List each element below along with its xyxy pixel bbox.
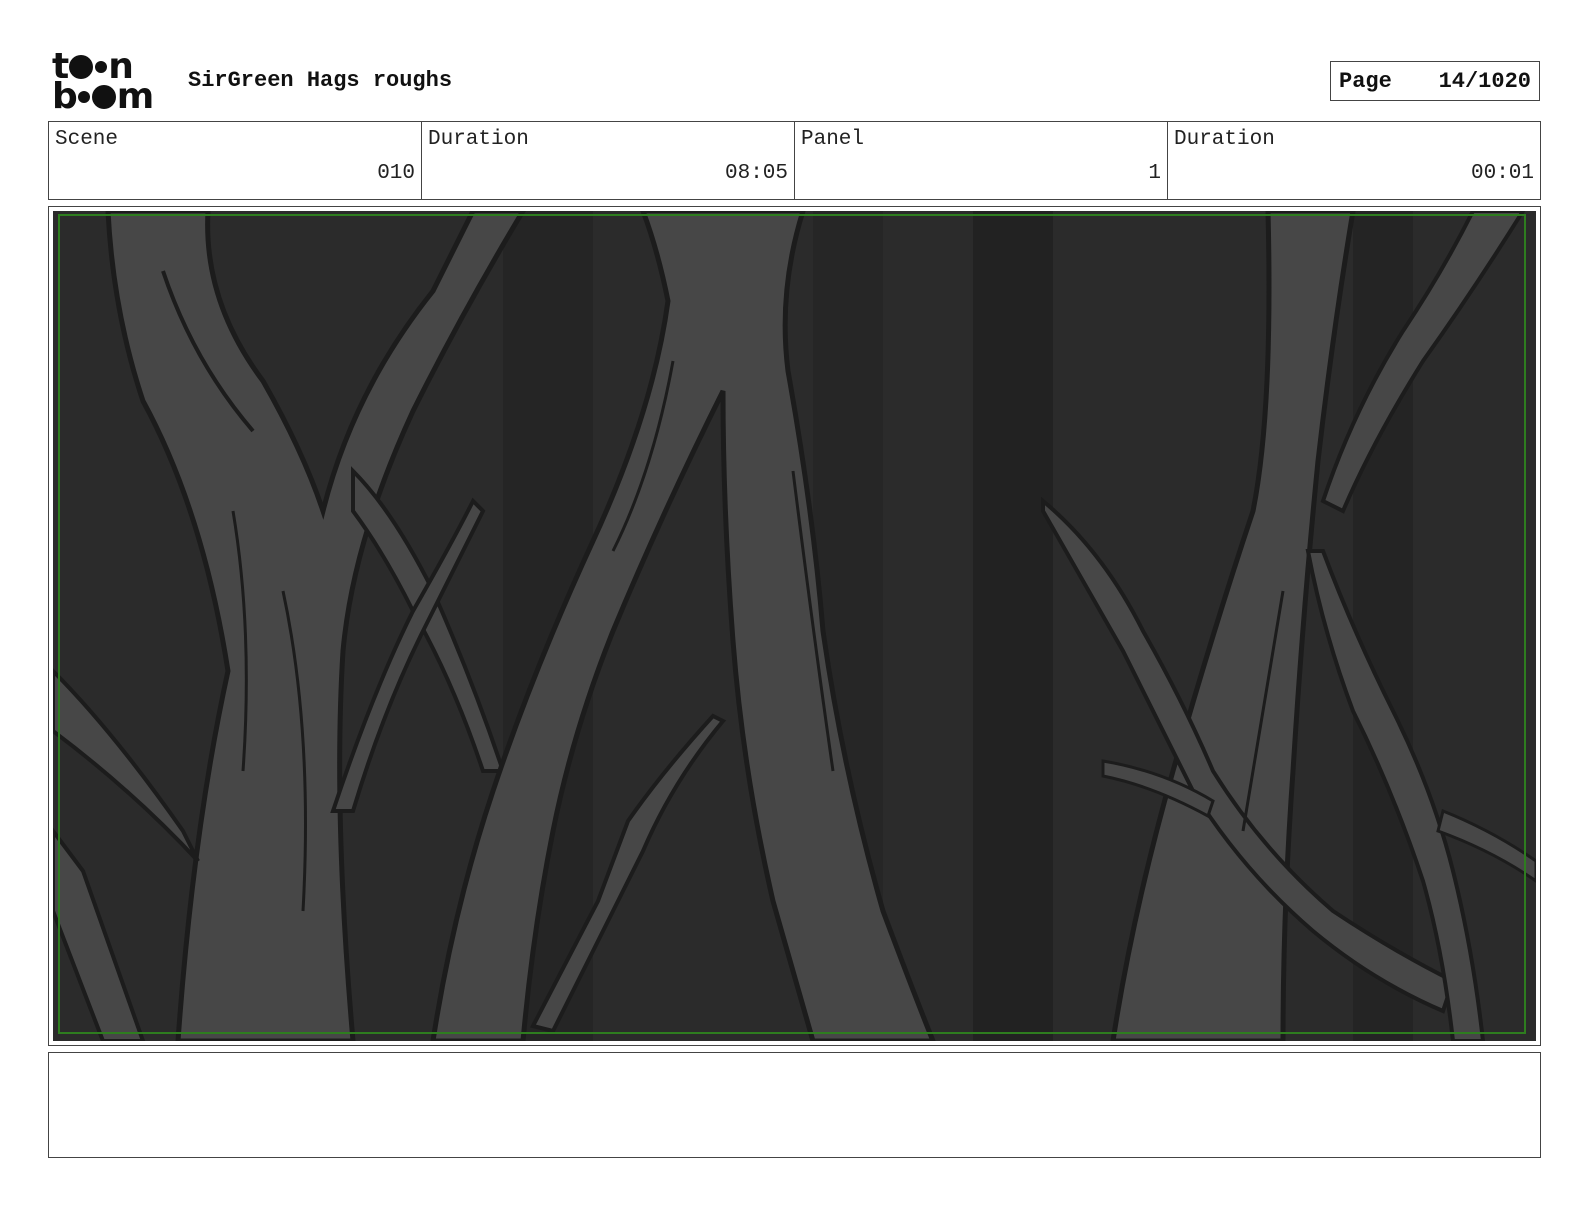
forest-trees-illustration (53, 211, 1536, 1041)
panel-cell: Panel 1 (795, 122, 1168, 199)
scene-duration-label: Duration (428, 128, 529, 151)
page-number: 14/1020 (1438, 68, 1531, 94)
panel-duration-value: 00:01 (1470, 162, 1534, 185)
panel-value: 1 (1148, 162, 1161, 185)
project-title: SirGreen Hags roughs (188, 68, 453, 93)
scene-duration-cell: Duration 08:05 (422, 122, 795, 199)
toon-boom-logo: tn bm (52, 46, 154, 117)
scene-value: 010 (377, 162, 415, 185)
panel-info-table: Scene 010 Duration 08:05 Panel 1 Duratio… (48, 121, 1541, 200)
panel-notes-box (48, 1052, 1541, 1158)
panel-label: Panel (801, 128, 865, 151)
scene-label: Scene (55, 128, 119, 151)
scene-duration-value: 08:05 (724, 162, 788, 185)
page-indicator: Page 14/1020 (1330, 61, 1540, 101)
page-label: Page (1339, 68, 1392, 94)
panel-duration-cell: Duration 00:01 (1168, 122, 1540, 199)
storyboard-panel-image (53, 211, 1536, 1041)
storyboard-panel-frame (48, 206, 1541, 1046)
scene-cell: Scene 010 (49, 122, 422, 199)
panel-duration-label: Duration (1174, 128, 1275, 151)
